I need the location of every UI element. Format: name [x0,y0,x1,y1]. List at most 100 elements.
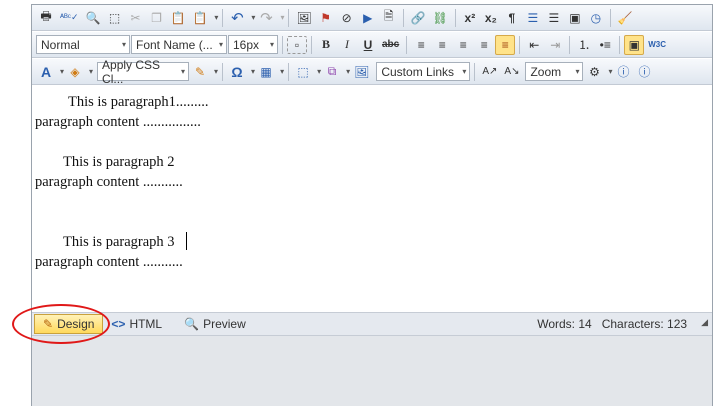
custom-links-select[interactable]: Custom Links ▾ [376,62,471,81]
form-icon[interactable]: ▣ [565,8,585,28]
justify-full-icon[interactable]: ≡ [495,34,516,55]
toolbar-divider [222,8,224,27]
link-icon[interactable]: 🔗 [408,8,429,28]
image-icon[interactable]: 🖼 [293,8,314,28]
toolbar-row-3: A ▾ ◈ ▾ Apply CSS Cl... ▾ ✎ ▾ Ω ▾ ▦ ▾ ⬚ … [32,58,712,86]
indent-icon[interactable]: ⇥ [545,35,565,55]
flash-icon[interactable]: ⚑ [316,8,336,28]
font-color-button[interactable]: A [36,62,56,82]
editor-content-area[interactable]: This is paragraph1......... paragraph co… [32,86,712,314]
paragraph-heading: This is paragraph1......... [68,94,209,110]
image-manager-icon[interactable]: 🖼 [351,62,372,82]
zoom-select[interactable]: Zoom ▾ [525,62,584,81]
bold-button[interactable]: B [316,35,336,55]
toolbar-divider [609,8,611,27]
font-size-value: 16px [233,37,260,52]
chevron-down-icon[interactable]: ▾ [280,67,284,76]
select-all-icon[interactable]: ⬚ [105,8,125,28]
magnifier-icon: 🔍 [184,317,200,331]
redo-icon[interactable]: ↷ [256,8,276,28]
font-size-select[interactable]: 16px ▾ [228,35,278,54]
toolbar-divider [619,35,621,54]
toolbar-divider [282,35,283,54]
font-name-select[interactable]: Font Name (... ▾ [131,35,227,54]
toolbar-divider [288,8,290,27]
copy-icon[interactable]: ❐ [147,8,167,28]
chevron-down-icon: ▾ [181,67,186,76]
clock-icon[interactable]: ◷ [586,8,606,28]
css-class-value: Apply CSS Cl... [102,57,161,86]
bulleted-list-icon[interactable]: •≡ [595,35,615,55]
toolbar-divider [406,35,408,54]
paragraph-text: paragraph content ........... [35,174,183,190]
chevron-down-icon: ▾ [575,67,580,76]
align-right-icon[interactable]: ≡ [453,35,473,55]
toolbar-divider [311,35,312,54]
modules-icon[interactable]: ⚙ [584,62,604,82]
chevron-down-icon[interactable]: ▾ [251,13,255,22]
snippet-icon[interactable]: ⧉ [322,62,342,82]
align-center-icon[interactable]: ≡ [432,35,452,55]
zoom-value: Zoom [530,64,562,79]
insert-image-icon[interactable]: ▫ [287,35,307,54]
help-icon[interactable]: ⓘ [613,62,633,82]
unlink-icon[interactable]: ⛓ [430,8,451,28]
play-icon[interactable]: ▶ [358,8,378,28]
paste-special-icon[interactable]: 📋 [189,8,210,28]
chevron-down-icon[interactable]: ▾ [317,67,321,76]
paste-icon[interactable]: 📋 [168,8,189,28]
italic-button[interactable]: I [337,35,357,55]
align-left-icon[interactable]: ≡ [411,35,431,55]
template-icon[interactable]: ☰ [523,8,543,28]
align-justify-icon[interactable]: ≡ [474,35,494,55]
chevron-down-icon[interactable]: ▾ [608,67,612,76]
toggle-borders-icon[interactable]: ▣ [624,34,645,55]
highlight-color-icon[interactable]: ◈ [65,62,85,82]
about-icon[interactable]: ⓘ [634,62,654,82]
document-icon[interactable]: 🗎 [379,8,399,28]
css-class-select[interactable]: Apply CSS Cl... ▾ [97,58,190,86]
chevron-down-icon[interactable]: ▾ [280,13,284,22]
tab-preview[interactable]: 🔍 Preview [176,314,254,334]
align-icon[interactable]: ☰ [544,8,564,28]
special-characters-button[interactable]: Ω [227,62,247,82]
chevron-down-icon[interactable]: ▾ [214,13,218,22]
resize-grip-icon[interactable]: ◢ [701,317,708,331]
paragraph-style-select[interactable]: Normal ▾ [36,35,130,54]
spellcheck-icon[interactable]: ᴬᴮᶜ✓ [57,8,82,28]
toolbar-divider [402,8,404,27]
tab-html[interactable]: <> HTML [103,314,170,334]
cut-icon[interactable]: ✂ [126,8,146,28]
character-count: Characters: 123 [601,317,688,331]
find-icon[interactable]: 🔍 [83,8,104,28]
w3c-validate-button[interactable]: W3C [645,35,669,55]
print-icon[interactable]: 🖶 [36,8,56,28]
tab-html-label: HTML [129,317,163,331]
superscript-button[interactable]: x² [460,8,480,28]
undo-icon[interactable]: ↶ [227,8,247,28]
numbered-list-icon[interactable]: ⒈ [574,35,594,55]
code-icon: <> [111,317,126,331]
chevron-down-icon: ▾ [121,40,126,49]
paragraph-icon[interactable]: ¶ [502,8,522,28]
text-case-up-icon[interactable]: A↗ [479,62,500,82]
insert-symbol-icon[interactable]: ⬚ [293,62,313,82]
toolbar-row-2: Normal ▾ Font Name (... ▾ 16px ▾ ▫ B I U… [32,32,712,58]
outdent-icon[interactable]: ⇤ [524,35,544,55]
text-case-down-icon[interactable]: A↘ [501,62,522,82]
underline-button[interactable]: U [358,35,378,55]
chevron-down-icon[interactable]: ▾ [251,67,255,76]
media-icon[interactable]: ⊘ [337,8,357,28]
chevron-down-icon: ▾ [462,67,467,76]
clean-icon[interactable]: 🧹 [615,8,636,28]
toolbar-divider [569,35,571,54]
chevron-down-icon[interactable]: ▾ [214,67,218,76]
format-painter-icon[interactable]: ✎ [190,62,210,82]
subscript-button[interactable]: x₂ [481,8,501,28]
paragraph-heading: This is paragraph 3 [63,234,175,250]
chevron-down-icon[interactable]: ▾ [346,67,350,76]
chevron-down-icon[interactable]: ▾ [89,67,93,76]
table-icon[interactable]: ▦ [256,62,276,82]
chevron-down-icon[interactable]: ▾ [60,67,64,76]
strikethrough-button[interactable]: abc [379,35,402,55]
